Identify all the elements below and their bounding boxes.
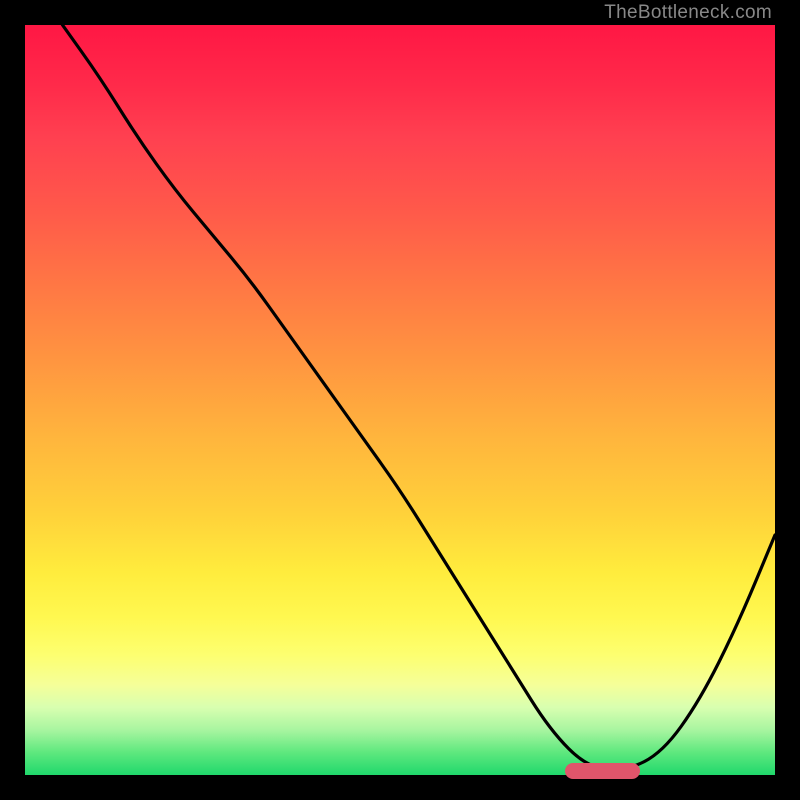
watermark-text: TheBottleneck.com: [604, 2, 772, 24]
bottleneck-curve-path: [63, 25, 776, 770]
bottleneck-chart: [25, 25, 775, 775]
optimal-range-marker: [565, 763, 640, 779]
curve-svg: [25, 25, 775, 775]
